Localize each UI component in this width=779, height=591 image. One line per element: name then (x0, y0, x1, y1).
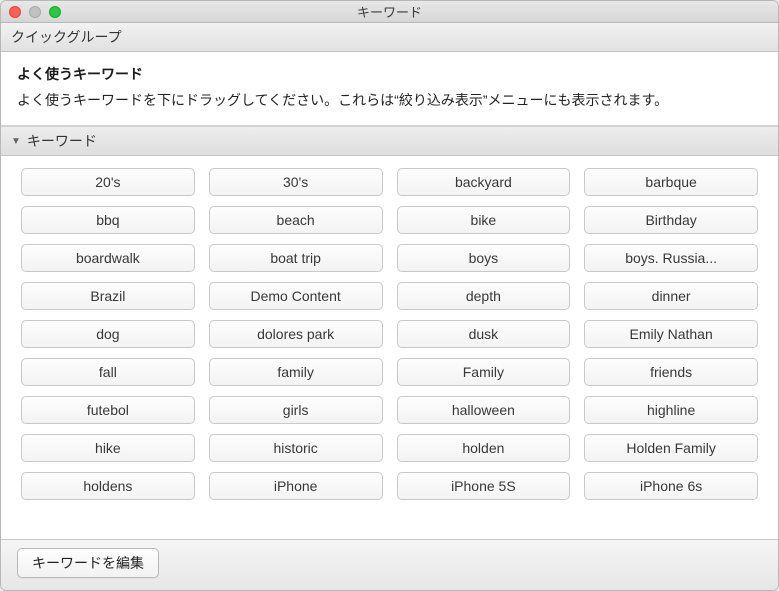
traffic-lights (1, 6, 61, 18)
keyword-manager-window: キーワード クイックグループ よく使うキーワード よく使うキーワードを下にドラッ… (0, 0, 779, 591)
keyword-tag[interactable]: backyard (397, 168, 571, 196)
window-title: キーワード (1, 2, 778, 21)
keyword-tag[interactable]: iPhone 5S (397, 472, 571, 500)
keyword-tag[interactable]: futebol (21, 396, 195, 424)
keyword-tag[interactable]: friends (584, 358, 758, 386)
maximize-icon[interactable] (49, 6, 61, 18)
keyword-tag[interactable]: Holden Family (584, 434, 758, 462)
keyword-tag[interactable]: barbque (584, 168, 758, 196)
intro-section: よく使うキーワード よく使うキーワードを下にドラッグしてください。これらは“絞り… (1, 52, 778, 126)
keyword-tag[interactable]: boys. Russia... (584, 244, 758, 272)
keyword-tag[interactable]: hike (21, 434, 195, 462)
footer: キーワードを編集 (1, 539, 778, 590)
keyword-tag[interactable]: holdens (21, 472, 195, 500)
keyword-tag[interactable]: family (209, 358, 383, 386)
keyword-tag[interactable]: historic (209, 434, 383, 462)
keyword-tag[interactable]: boys (397, 244, 571, 272)
keyword-tag[interactable]: fall (21, 358, 195, 386)
keyword-tag[interactable]: dinner (584, 282, 758, 310)
keyword-tag[interactable]: bike (397, 206, 571, 234)
keyword-tag[interactable]: Emily Nathan (584, 320, 758, 348)
keyword-tag[interactable]: holden (397, 434, 571, 462)
keyword-tag[interactable]: beach (209, 206, 383, 234)
edit-keywords-button[interactable]: キーワードを編集 (17, 548, 159, 578)
keyword-tag[interactable]: iPhone 6s (584, 472, 758, 500)
keyword-tag[interactable]: 20's (21, 168, 195, 196)
intro-title: よく使うキーワード (17, 64, 762, 84)
intro-description: よく使うキーワードを下にドラッグしてください。これらは“絞り込み表示”メニューに… (17, 90, 762, 111)
keyword-tag[interactable]: dusk (397, 320, 571, 348)
keyword-tag[interactable]: halloween (397, 396, 571, 424)
keyword-tag[interactable]: highline (584, 396, 758, 424)
keyword-tag[interactable]: dog (21, 320, 195, 348)
keywords-header-label: キーワード (27, 131, 97, 151)
keyword-tag[interactable]: Family (397, 358, 571, 386)
keyword-tag[interactable]: iPhone (209, 472, 383, 500)
titlebar: キーワード (1, 1, 778, 23)
keyword-tag[interactable]: bbq (21, 206, 195, 234)
keyword-grid: 20's 30's backyard barbque bbq beach bike Birth… (21, 168, 758, 500)
keyword-tag[interactable]: boat trip (209, 244, 383, 272)
keyword-tag[interactable]: boardwalk (21, 244, 195, 272)
chevron-down-icon: ▼ (11, 136, 21, 147)
keyword-tag[interactable]: depth (397, 282, 571, 310)
keyword-tag[interactable]: girls (209, 396, 383, 424)
close-icon[interactable] (9, 6, 21, 18)
keyword-tag[interactable]: Brazil (21, 282, 195, 310)
keyword-tag[interactable]: dolores park (209, 320, 383, 348)
keyword-tag[interactable]: Birthday (584, 206, 758, 234)
keyword-tag[interactable]: Demo Content (209, 282, 383, 310)
quick-group-header: クイックグループ (1, 23, 778, 52)
keywords-disclosure[interactable]: ▼ キーワード (1, 126, 778, 156)
keyword-grid-container: 20's 30's backyard barbque bbq beach bike Birth… (1, 156, 778, 539)
minimize-icon[interactable] (29, 6, 41, 18)
keyword-tag[interactable]: 30's (209, 168, 383, 196)
